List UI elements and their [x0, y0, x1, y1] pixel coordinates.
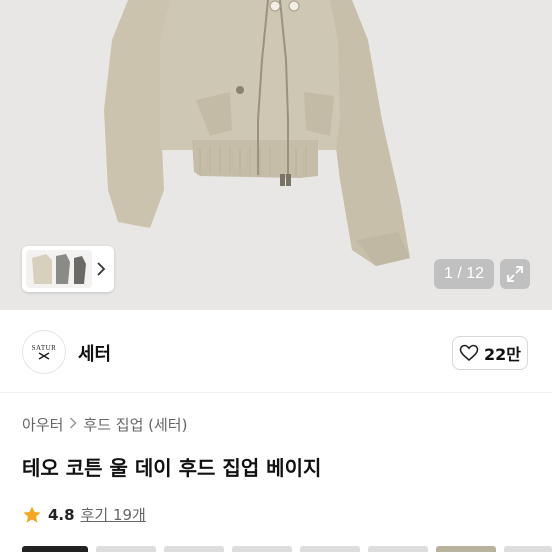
rating-row: 4.8 후기 19개	[22, 504, 146, 525]
rating-value: 4.8	[48, 505, 75, 524]
bottom-chip[interactable]	[22, 546, 88, 552]
shop-name[interactable]: 세터	[78, 340, 111, 366]
shop-logo-text: SATUR	[31, 344, 57, 352]
shop-logo[interactable]: SATUR	[22, 330, 66, 374]
bottom-chip[interactable]	[504, 546, 552, 552]
image-counter: 1 / 12	[434, 259, 494, 289]
chevron-right-icon	[69, 416, 77, 433]
bottom-chip[interactable]	[436, 546, 496, 552]
bottom-chip[interactable]	[368, 546, 428, 552]
star-icon	[23, 506, 41, 523]
bottom-chip[interactable]	[300, 546, 360, 552]
bottom-strip	[0, 546, 552, 552]
breadcrumb-item-outer[interactable]: 아우터	[22, 414, 63, 435]
breadcrumb: 아우터 후드 집업 (세터)	[22, 414, 187, 435]
like-button[interactable]: 22만	[452, 336, 528, 370]
product-title: 테오 코튼 울 데이 후드 집업 베이지	[22, 456, 322, 480]
product-image-gallery[interactable]: 1 / 12	[0, 0, 552, 310]
shop-row: SATUR 세터 22만	[0, 320, 552, 384]
logo-mark-icon	[38, 352, 50, 360]
thumbnail-photo	[26, 250, 92, 288]
expand-icon[interactable]	[500, 259, 530, 289]
thumbnail-strip[interactable]	[22, 246, 114, 292]
bottom-chip[interactable]	[164, 546, 224, 552]
divider	[0, 392, 552, 393]
thumbnail-image[interactable]	[26, 250, 92, 288]
review-count-link[interactable]: 후기 19개	[81, 504, 146, 525]
bottom-chip[interactable]	[232, 546, 292, 552]
chevron-right-icon[interactable]	[92, 250, 110, 288]
like-count: 22만	[484, 345, 521, 364]
breadcrumb-item-hood-zipup[interactable]: 후드 집업 (세터)	[83, 414, 187, 435]
bottom-chip[interactable]	[96, 546, 156, 552]
heart-outline-icon	[459, 344, 479, 362]
